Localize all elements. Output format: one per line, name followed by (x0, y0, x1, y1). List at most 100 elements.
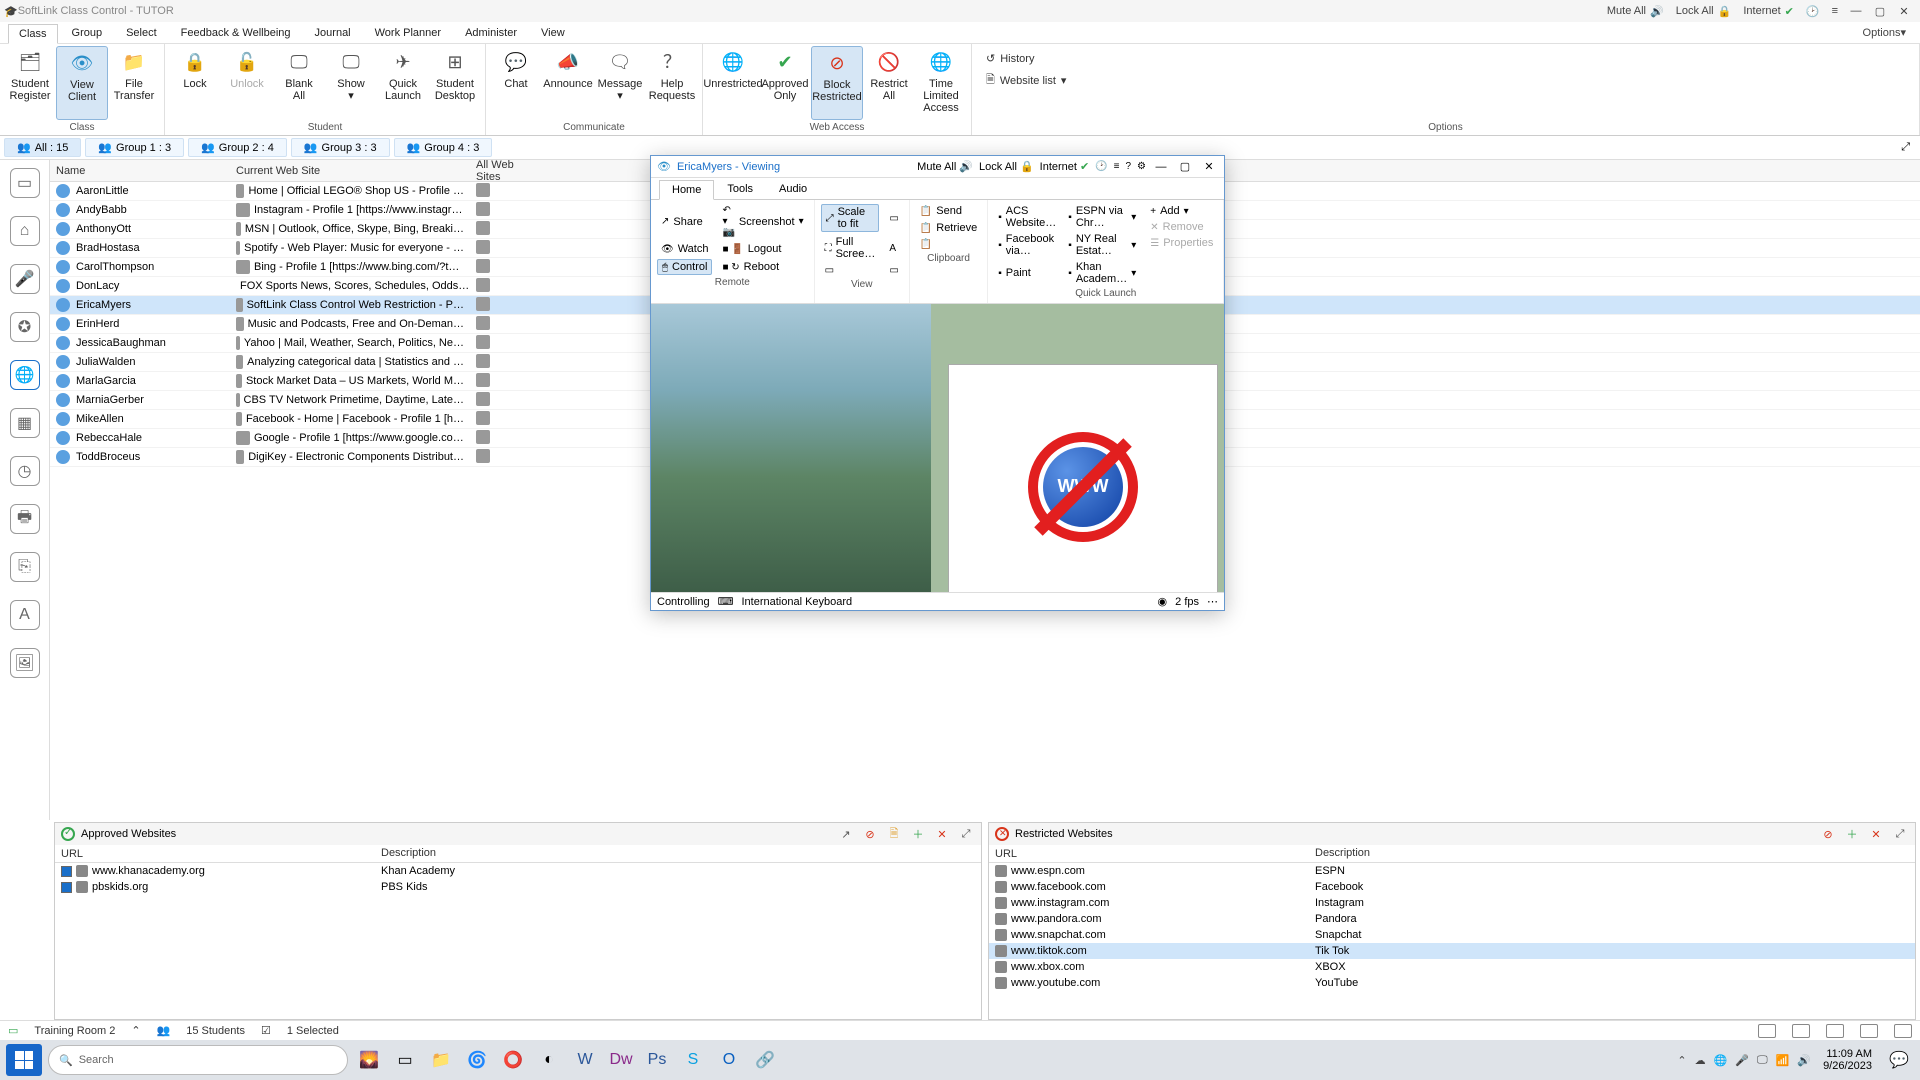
view-mode-5[interactable] (1894, 1024, 1912, 1038)
restricted-row[interactable]: www.espn.comESPN (989, 863, 1915, 879)
ql-item-4[interactable]: ▪ Paint (994, 260, 1060, 286)
minimize-button[interactable]: ― (1844, 5, 1868, 17)
viewer-minimize[interactable]: ― (1152, 161, 1170, 173)
file-transfer-button[interactable]: 📁FileTransfer (108, 46, 160, 120)
restricted-row[interactable]: www.instagram.comInstagram (989, 895, 1915, 911)
approved-col-desc[interactable]: Description (375, 845, 981, 862)
edge-browser[interactable]: 🌀 (462, 1045, 492, 1075)
col-all[interactable]: All Web Sites (470, 160, 530, 183)
viewer-screen[interactable]: WWW (651, 304, 1224, 592)
menu-tab-view[interactable]: View (531, 24, 575, 42)
quick-launch-button[interactable]: ✈QuickLaunch (377, 46, 429, 120)
task-view[interactable]: ▭ (390, 1045, 420, 1075)
view-btn-c[interactable]: ▭ (821, 264, 880, 277)
wifi-icon[interactable]: 📶 (1776, 1054, 1790, 1067)
block-icon[interactable]: ⊘ (1819, 825, 1837, 843)
watch-button[interactable]: 👁 Watch (657, 242, 712, 256)
col-name[interactable]: Name (50, 165, 230, 177)
viewer-internet[interactable]: Internet✔ (1040, 160, 1090, 173)
app-icon-2[interactable]: 🔗 (750, 1045, 780, 1075)
globe-tray-icon[interactable]: 🌐 (1714, 1054, 1728, 1067)
mute-all-toggle[interactable]: Mute All🔊 (1607, 5, 1664, 18)
room-label[interactable]: Training Room 2 (34, 1025, 115, 1037)
chat-button[interactable]: 💬Chat (490, 46, 542, 120)
expand-icon[interactable]: ⤢ (957, 825, 975, 843)
dreamweaver-app[interactable]: Dw (606, 1045, 636, 1075)
group-1[interactable]: 👥Group 1 : 3 (85, 138, 184, 157)
rail-image[interactable]: 🖼 (10, 648, 40, 678)
onedrive-icon[interactable]: ☁ (1695, 1054, 1706, 1067)
ql-properties[interactable]: ☰ Properties (1146, 236, 1217, 250)
ql-add[interactable]: + Add ▾ (1146, 204, 1217, 218)
photoshop-app[interactable]: Ps (642, 1045, 672, 1075)
logout-button[interactable]: ■ 🚪 Logout (718, 242, 807, 256)
ql-item-3[interactable]: ▪ NY Real Estat… ▾ (1064, 232, 1140, 258)
remove-icon[interactable]: ✕ (1867, 825, 1885, 843)
send-button[interactable]: 📋 Send (916, 204, 981, 218)
internet-toggle[interactable]: Internet✔ (1743, 5, 1794, 18)
student-register-button[interactable]: 🗂StudentRegister (4, 46, 56, 120)
lock-button[interactable]: 🔒Lock (169, 46, 221, 120)
word-app[interactable]: W (570, 1045, 600, 1075)
taskbar-clock[interactable]: 11:09 AM 9/26/2023 (1817, 1048, 1878, 1072)
close-button[interactable]: ✕ (1892, 5, 1916, 18)
view-mode-1[interactable] (1758, 1024, 1776, 1038)
view-btn-b[interactable]: A (885, 235, 902, 261)
viewer-tab-audio[interactable]: Audio (766, 179, 820, 199)
restricted-row[interactable]: www.pandora.comPandora (989, 911, 1915, 927)
checkbox[interactable] (61, 882, 72, 893)
screenshot-button[interactable]: ↶ ▾ 📷 Screenshot ▾ (718, 204, 807, 239)
message-button[interactable]: 🗨Message▾ (594, 46, 646, 120)
skype-app[interactable]: S (678, 1045, 708, 1075)
clock-icon[interactable]: 🕑 (1095, 161, 1107, 172)
block-icon[interactable]: ⊘ (861, 825, 879, 843)
menu-tab-class[interactable]: Class (8, 24, 58, 44)
ql-item-1[interactable]: ▪ ESPN via Chr… ▾ (1064, 204, 1140, 230)
taskbar-search[interactable]: 🔍Search (48, 1045, 348, 1075)
view-mode-4[interactable] (1860, 1024, 1878, 1038)
approved-col-url[interactable]: URL (55, 845, 375, 862)
restricted-row[interactable]: www.xbox.comXBOX (989, 959, 1915, 975)
help-requests-button[interactable]: ？HelpRequests (646, 46, 698, 120)
group-all[interactable]: 👥All : 15 (4, 138, 81, 157)
menu-icon[interactable]: ≡ (1114, 161, 1120, 172)
menu-tab-feedback[interactable]: Feedback & Wellbeing (171, 24, 301, 42)
clipboard-extra[interactable]: 📋 (916, 238, 981, 251)
menu-tab-administer[interactable]: Administer (455, 24, 527, 42)
group-3[interactable]: 👥Group 3 : 3 (291, 138, 390, 157)
app-icon-1[interactable]: ◐ (534, 1045, 564, 1075)
monitor-tray-icon[interactable]: 🖵 (1757, 1054, 1768, 1067)
options-button[interactable]: Options▾ (1857, 26, 1912, 39)
restricted-row[interactable]: www.youtube.comYouTube (989, 975, 1915, 991)
group-2[interactable]: 👥Group 2 : 4 (188, 138, 287, 157)
checkbox[interactable] (61, 866, 72, 877)
viewer-tab-tools[interactable]: Tools (714, 179, 766, 199)
chevron-up-icon[interactable]: ⌃ (131, 1024, 140, 1037)
viewer-tab-home[interactable]: Home (659, 180, 714, 200)
expand-icon[interactable]: ⤢ (1891, 825, 1909, 843)
mic-tray-icon[interactable]: 🎤 (1735, 1054, 1749, 1067)
volume-icon[interactable]: 🔊 (1797, 1054, 1811, 1067)
time-limited-button[interactable]: 🌐Time LimitedAccess (915, 46, 967, 120)
menu-tab-journal[interactable]: Journal (305, 24, 361, 42)
gear-icon[interactable]: ⚙ (1137, 161, 1146, 172)
remove-icon[interactable]: ✕ (933, 825, 951, 843)
more-icon[interactable]: ⋯ (1207, 595, 1218, 608)
retrieve-button[interactable]: 📋 Retrieve (916, 221, 981, 235)
rail-print[interactable]: 🖶 (10, 504, 40, 534)
approved-row[interactable]: www.khanacademy.orgKhan Academy (55, 863, 981, 879)
group-4[interactable]: 👥Group 4 : 3 (394, 138, 493, 157)
view-client-button[interactable]: 👁ViewClient (56, 46, 108, 120)
show-button[interactable]: 🖵Show▾ (325, 46, 377, 120)
rail-badge[interactable]: ✪ (10, 312, 40, 342)
viewer-mute-all[interactable]: Mute All🔊 (917, 160, 973, 173)
rail-mic[interactable]: 🎤 (10, 264, 40, 294)
view-btn-a[interactable]: ▭ (885, 204, 902, 232)
clock-icon[interactable]: 🕑 (1806, 5, 1820, 18)
share-button[interactable]: ↗ Share (657, 204, 712, 239)
menu-icon[interactable]: ≡ (1832, 5, 1838, 17)
viewer-maximize[interactable]: ▢ (1176, 160, 1194, 173)
ql-item-0[interactable]: ▪ ACS Website… (994, 204, 1060, 230)
blank-all-button[interactable]: 🖵BlankAll (273, 46, 325, 120)
ql-remove[interactable]: ✕ Remove (1146, 220, 1217, 234)
